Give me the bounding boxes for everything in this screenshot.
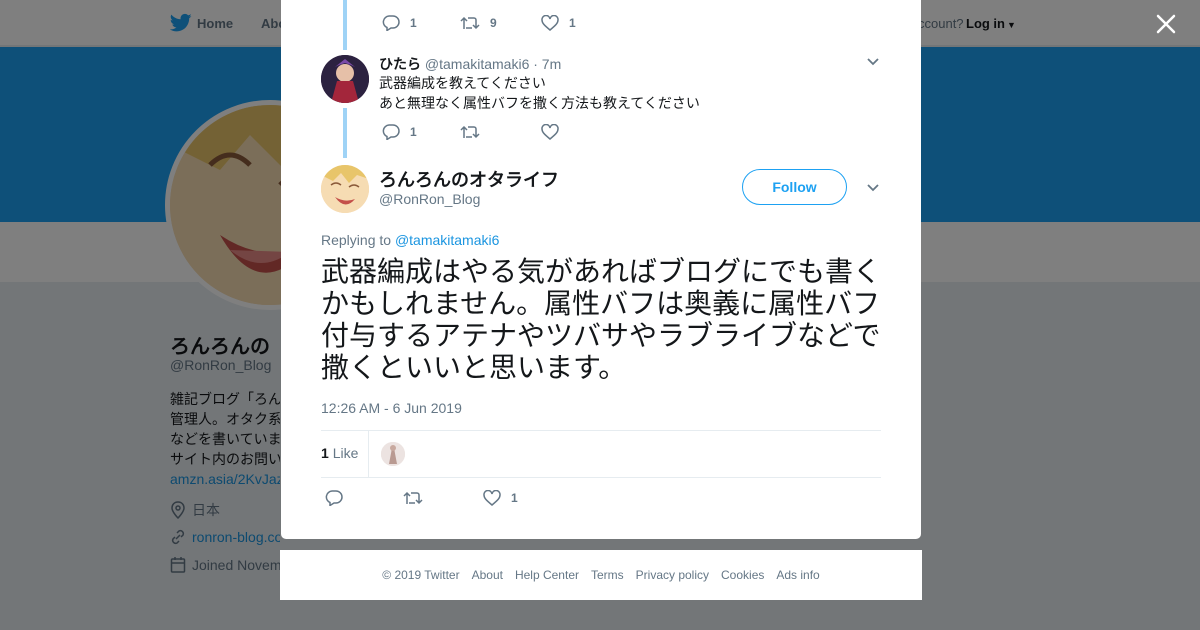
- footer-link-help-center[interactable]: Help Center: [515, 568, 579, 582]
- reply-author-handle[interactable]: @tamakitamaki6: [425, 56, 529, 72]
- retweet-icon: [460, 125, 480, 139]
- like-count: 1: [569, 16, 576, 30]
- footer-link-terms[interactable]: Terms: [591, 568, 624, 582]
- like-action[interactable]: 1: [483, 490, 518, 506]
- like-action[interactable]: [541, 124, 569, 140]
- chevron-down-icon[interactable]: [866, 57, 880, 67]
- liker-avatar-image: [381, 442, 405, 466]
- reply-header: ひたら @tamakitamaki6 · 7m: [379, 54, 561, 74]
- retweet-action[interactable]: 9: [460, 15, 497, 31]
- reply-action[interactable]: 1: [382, 15, 417, 31]
- modal-footer: © 2019 Twitter About Help Center Terms P…: [280, 550, 922, 600]
- thread-connector-line: [343, 0, 347, 50]
- liker-avatar[interactable]: [381, 442, 405, 466]
- retweet-count: 9: [490, 16, 497, 30]
- footer-link-ads-info[interactable]: Ads info: [776, 568, 819, 582]
- like-count: 1: [511, 491, 518, 505]
- reply-text-line: 武器編成を教えてください: [379, 75, 546, 91]
- replying-to: Replying to @tamakitamaki6: [321, 232, 499, 248]
- divider: [321, 477, 881, 478]
- likes-stat[interactable]: 1 Like: [321, 445, 358, 461]
- reply-icon: [382, 124, 400, 140]
- chevron-down-icon[interactable]: [866, 183, 880, 193]
- main-author-avatar-image: [321, 165, 369, 213]
- reply-author-avatar[interactable]: [321, 55, 369, 103]
- likes-count: 1: [321, 445, 329, 461]
- reply-text-line: あと無理なく属性バフを撒く方法も教えてください: [379, 95, 700, 111]
- reply-count: 1: [410, 16, 417, 30]
- follow-button[interactable]: Follow: [742, 169, 847, 205]
- reply-author-avatar-image: [321, 55, 369, 103]
- replying-to-link[interactable]: @tamakitamaki6: [395, 232, 499, 248]
- heart-icon: [483, 490, 501, 506]
- footer-link-privacy[interactable]: Privacy policy: [636, 568, 709, 582]
- close-icon[interactable]: [1154, 12, 1178, 36]
- reply-action[interactable]: 1: [382, 124, 417, 140]
- divider: [368, 431, 369, 477]
- heart-icon: [541, 15, 559, 31]
- footer-link-cookies[interactable]: Cookies: [721, 568, 764, 582]
- main-author-handle[interactable]: @RonRon_Blog: [379, 191, 480, 207]
- reply-count: 1: [410, 125, 417, 139]
- main-author-name[interactable]: ろんろんのオタライフ: [379, 166, 559, 192]
- retweet-action[interactable]: [403, 490, 433, 506]
- retweet-action[interactable]: [460, 124, 490, 140]
- footer-copyright: © 2019 Twitter: [382, 568, 460, 582]
- retweet-icon: [403, 491, 423, 505]
- likes-label: Like: [332, 445, 359, 461]
- reply-action[interactable]: [325, 490, 353, 506]
- replying-prefix: Replying to: [321, 232, 392, 248]
- like-action[interactable]: 1: [541, 15, 576, 31]
- tweet-timestamp[interactable]: 12:26 AM - 6 Jun 2019: [321, 400, 462, 416]
- reply-time[interactable]: · 7m: [533, 56, 561, 72]
- tweet-modal: 1 9 1 ひたら @tamakitamaki6 · 7m 武器編成を教えてくだ…: [281, 0, 921, 539]
- main-tweet-text: 武器編成はやる気があればブログにでも書くかもしれません。属性バフは奥義に属性バフ…: [321, 256, 882, 383]
- reply-text: 武器編成を教えてください あと無理なく属性バフを撒く方法も教えてください: [379, 73, 700, 113]
- divider: [321, 430, 881, 431]
- footer-link-about[interactable]: About: [472, 568, 503, 582]
- main-author-avatar[interactable]: [321, 165, 369, 213]
- reply-icon: [325, 490, 343, 506]
- retweet-icon: [460, 16, 480, 30]
- reply-author-name[interactable]: ひたら: [379, 56, 421, 72]
- thread-connector-line: [343, 108, 347, 158]
- heart-icon: [541, 124, 559, 140]
- reply-icon: [382, 15, 400, 31]
